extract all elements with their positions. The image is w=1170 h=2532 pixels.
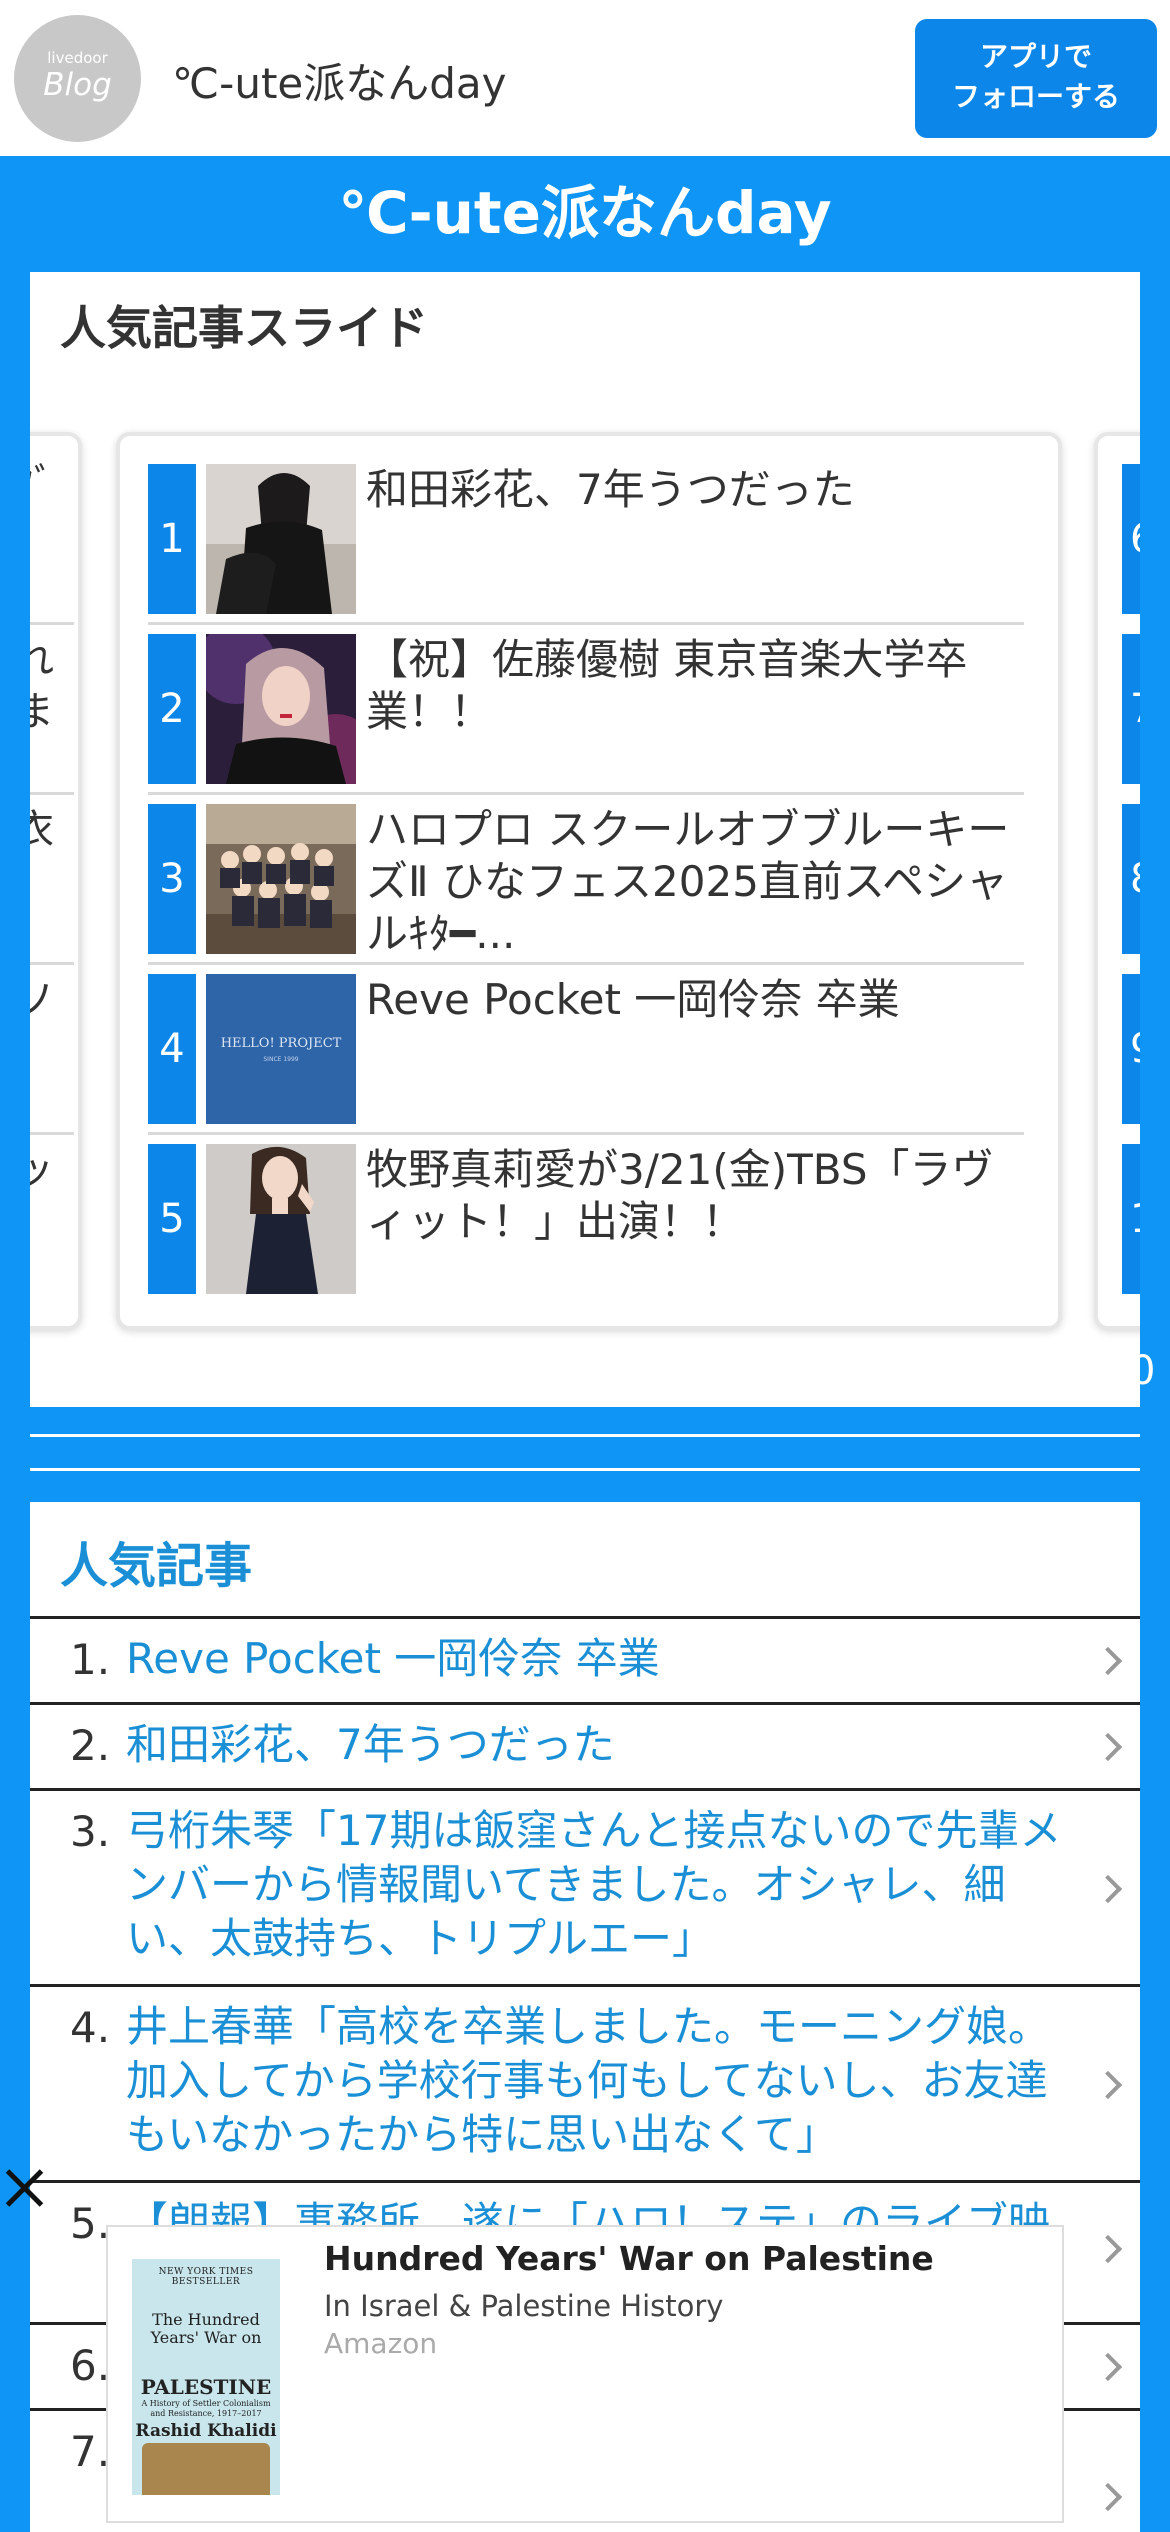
next-card-rank: 6	[1122, 464, 1140, 614]
popular-list-item[interactable]: 4. 井上春華「高校を卒業しました。モーニング娘。加入してから学校行事も何もして…	[30, 1984, 1140, 2180]
slide-item[interactable]: 5 牧野真莉愛が3/21(金)TBS「ラヴィット！」出演！！	[148, 1144, 1024, 1296]
slide-divider	[148, 622, 1024, 625]
slide-title: ハロプロ スクールオブブルーキーズⅡ ひなフェス2025直前スペシャルｷﾀ━..…	[366, 805, 1010, 958]
chevron-right-icon	[1093, 2070, 1123, 2100]
chevron-right-icon	[1093, 2234, 1123, 2264]
popular-list-item[interactable]: 3. 弓桁朱琴「17期は飯窪さんと接点ないので先輩メンバーから情報聞いてきました…	[30, 1788, 1140, 1984]
slide-item[interactable]: 1 和田彩花、7年うつだった	[148, 464, 1024, 625]
prev-card-fragment-4: ソ	[30, 977, 54, 1023]
section-divider	[30, 1468, 1140, 1471]
slide-card-current: 1 和田彩花、7年うつだった 2 【祝】佐藤優樹 東京音楽大学卒業！！ 3 ハロ…	[116, 432, 1062, 1330]
popular-title: 井上春華「高校を卒業しました。モーニング娘。加入してから学校行事も何もしてないし…	[126, 2002, 1051, 2159]
next-card-rank: 1	[1122, 1144, 1140, 1294]
app-header: livedoor Blog ℃-ute派なんday アプリで フォローする	[0, 0, 1170, 156]
logo-small-text: livedoor	[47, 49, 108, 67]
slide-thumbnail	[206, 464, 356, 614]
slide-title: 牧野真莉愛が3/21(金)TBS「ラヴィット！」出演！！	[366, 1145, 994, 1246]
chevron-right-icon	[1093, 2352, 1123, 2382]
slide-title: 和田彩花、7年うつだった	[366, 465, 855, 514]
book-cover-illustration	[142, 2443, 270, 2495]
slide-card-previous[interactable]: ﾀﾞ れ ま 衣 ソ ッ	[30, 432, 82, 1330]
ad-subtitle: In Israel & Palestine History	[324, 2289, 724, 2323]
book-cover-image: NEW YORK TIMES BESTSELLER The Hundred Ye…	[132, 2259, 280, 2495]
slide-heading: 人気記事スライド	[60, 301, 428, 355]
section-divider	[30, 1434, 1140, 1437]
follow-in-app-button[interactable]: アプリで フォローする	[915, 19, 1157, 138]
slide-thumbnail	[206, 1144, 356, 1294]
slide-thumbnail: HELLO! PROJECT SINCE 1999	[206, 974, 356, 1124]
popular-heading: 人気記事	[60, 1538, 253, 1594]
slide-item[interactable]: 3 ハロプロ スクールオブブルーキーズⅡ ひなフェス2025直前スペシャルｷﾀ━…	[148, 804, 1024, 965]
popular-title: Reve Pocket 一岡伶奈 卒業	[126, 1634, 660, 1683]
popular-list-item[interactable]: 2. 和田彩花、7年うつだった	[30, 1702, 1140, 1788]
popular-rank: 5.	[70, 2199, 111, 2248]
next-card-rank: 9	[1122, 974, 1140, 1124]
prev-card-divider	[30, 792, 74, 795]
chevron-right-icon	[1093, 1874, 1123, 1904]
popular-rank: 7.	[70, 2427, 111, 2476]
hello-project-since-text: SINCE 1999	[263, 1056, 299, 1063]
book-tagline: A History of Settler Colonialism and Res…	[141, 2399, 271, 2418]
prev-card-fragment-3: 衣	[30, 807, 54, 853]
prev-card-fragment-1: ﾀﾞ	[30, 461, 54, 507]
ad-banner[interactable]: NEW YORK TIMES BESTSELLER The Hundred Ye…	[106, 2225, 1064, 2523]
popular-slide-section: 人気記事スライド ﾀﾞ れ ま 衣 ソ ッ 1 和田彩花、7年うつだった 2 【…	[30, 272, 1140, 1407]
prev-card-fragment-5: ッ	[30, 1147, 54, 1193]
slide-card-next[interactable]: 6 7 8 9 1	[1094, 432, 1140, 1330]
slide-item[interactable]: 2 【祝】佐藤優樹 東京音楽大学卒業！！	[148, 634, 1024, 795]
slide-item[interactable]: 4 HELLO! PROJECT SINCE 1999 Reve Pocket …	[148, 974, 1024, 1135]
slide-thumbnail	[206, 804, 356, 954]
prev-card-divider	[30, 962, 74, 965]
slide-divider	[148, 1132, 1024, 1135]
prev-card-divider	[30, 622, 74, 625]
popular-title: 弓桁朱琴「17期は飯窪さんと接点ないので先輩メンバーから情報聞いてきました。オシ…	[126, 1806, 1062, 1963]
book-title-main: PALESTINE	[140, 2375, 272, 2399]
logo-big-text: Blog	[43, 67, 112, 103]
follow-button-line1: アプリで	[979, 40, 1092, 73]
slide-title: Reve Pocket 一岡伶奈 卒業	[366, 975, 900, 1024]
book-author: Rashid Khalidi	[135, 2421, 277, 2441]
book-banner-text: NEW YORK TIMES BESTSELLER	[158, 2267, 254, 2287]
ad-title: Hundred Years' War on Palestine	[324, 2239, 934, 2278]
prev-card-fragment-2: れ ま	[30, 637, 54, 735]
slide-divider	[148, 962, 1024, 965]
blog-title[interactable]: ℃-ute派なんday	[0, 166, 1170, 250]
popular-title: 和田彩花、7年うつだった	[126, 1720, 615, 1769]
livedoor-blog-logo[interactable]: livedoor Blog	[14, 15, 141, 142]
slide-rank: 2	[148, 634, 196, 784]
slide-rank: 5	[148, 1144, 196, 1294]
slide-rank: 4	[148, 974, 196, 1124]
next-card-rank: 8	[1122, 804, 1140, 954]
slide-rank: 1	[148, 464, 196, 614]
ad-brand: Amazon	[324, 2327, 438, 2360]
popular-rank: 6.	[70, 2341, 111, 2390]
header-blog-name[interactable]: ℃-ute派なんday	[172, 50, 507, 111]
popular-list-item[interactable]: 1. Reve Pocket 一岡伶奈 卒業	[30, 1616, 1140, 1702]
chevron-right-icon	[1093, 1646, 1123, 1676]
popular-rank: 1.	[70, 1635, 111, 1684]
chevron-right-icon	[1093, 1732, 1123, 1762]
next-card-rank: 7	[1122, 634, 1140, 784]
slide-title: 【祝】佐藤優樹 東京音楽大学卒業！！	[366, 635, 968, 736]
follow-button-line2: フォローする	[951, 80, 1120, 113]
hello-project-logo-text: HELLO! PROJECT	[220, 1036, 342, 1051]
slide-rank: 3	[148, 804, 196, 954]
chevron-right-icon	[1093, 2482, 1123, 2512]
prev-card-divider	[30, 1132, 74, 1135]
popular-rank: 3.	[70, 1807, 111, 1856]
slide-divider	[148, 792, 1024, 795]
popular-rank: 4.	[70, 2003, 111, 2052]
slide-thumbnail	[206, 634, 356, 784]
book-title-text: The Hundred Years' War on	[150, 2310, 262, 2347]
close-icon[interactable]	[2, 2166, 46, 2210]
popular-rank: 2.	[70, 1721, 111, 1770]
slide-page-digit: 0	[1130, 1348, 1156, 1394]
